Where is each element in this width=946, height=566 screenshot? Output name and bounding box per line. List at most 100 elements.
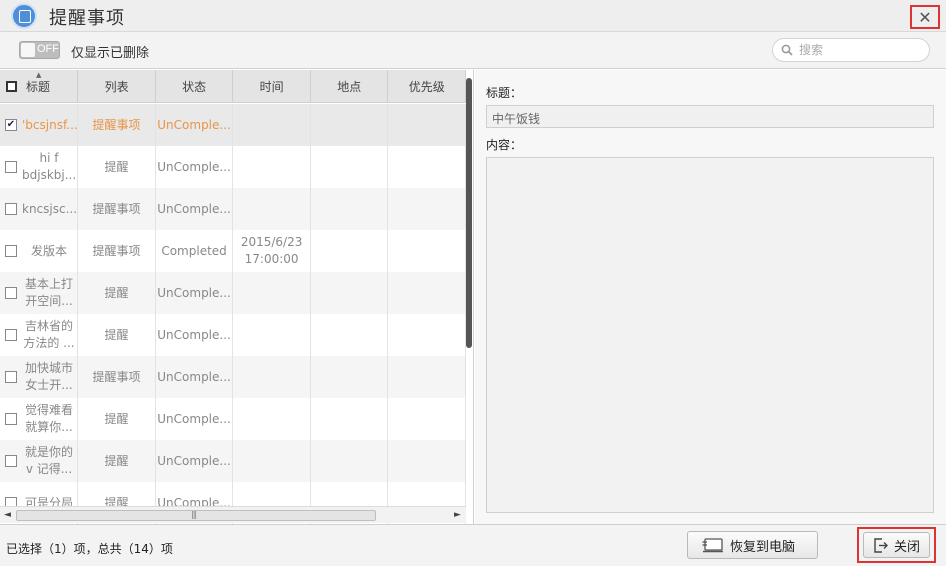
close-button[interactable]: 关闭: [863, 532, 930, 558]
cell-priority: [388, 272, 466, 314]
cell-status: UnComple...: [156, 188, 234, 230]
row-checkbox[interactable]: [5, 245, 17, 257]
table-row[interactable]: ✔ 'bcsjnsf... 提醒事项 UnComple...: [0, 104, 466, 146]
cell-priority: [388, 356, 466, 398]
cell-title: kncsjsc...: [22, 201, 78, 216]
cell-list: 提醒: [78, 272, 156, 314]
cell-time: 2015/6/23 17:00:00: [233, 230, 311, 272]
cell-time: [233, 188, 311, 230]
restore-to-computer-button[interactable]: 恢复到电脑: [687, 531, 818, 559]
cell-priority: [388, 440, 466, 482]
column-header-list[interactable]: 列表: [78, 70, 156, 103]
app-logo-icon: [11, 3, 37, 29]
vertical-scrollbar[interactable]: [466, 78, 472, 348]
cell-place: [311, 188, 389, 230]
cell-status: UnComple...: [156, 356, 234, 398]
close-button-label: 关闭: [894, 539, 921, 555]
cell-time: [233, 440, 311, 482]
column-header-title[interactable]: ▲ 标题: [0, 70, 79, 103]
cell-priority: [388, 104, 466, 146]
table-row[interactable]: 吉林省的方法的 ... 提醒 UnComple...: [0, 314, 466, 356]
column-header-time[interactable]: 时间: [233, 70, 311, 103]
cell-time: [233, 146, 311, 188]
cell-priority: [388, 146, 466, 188]
footer-bar: 已选择（1）项，总共（14）项 恢复到电脑 关闭: [0, 524, 946, 566]
selection-status: 已选择（1）项，总共（14）项: [6, 542, 173, 556]
title-field[interactable]: 中午饭钱: [486, 105, 934, 128]
table-row[interactable]: 就是你的v 记得... 提醒 UnComple...: [0, 440, 466, 482]
show-deleted-label: 仅显示已删除: [71, 46, 150, 61]
cell-title: hi f bdjskbj...: [22, 151, 77, 182]
row-checkbox[interactable]: [5, 161, 17, 173]
table-row[interactable]: 基本上打开空间... 提醒 UnComple...: [0, 272, 466, 314]
cell-title: 觉得难看就算你...: [24, 403, 73, 434]
cell-place: [311, 356, 389, 398]
cell-title: 发版本: [30, 243, 67, 258]
table-row[interactable]: 觉得难看就算你... 提醒 UnComple...: [0, 398, 466, 440]
column-header-label: 标题: [26, 80, 51, 94]
horizontal-scroll-thumb[interactable]: |||: [16, 510, 376, 521]
row-checkbox[interactable]: [5, 413, 17, 425]
cell-status: UnComple...: [156, 272, 234, 314]
scroll-right-arrow-icon[interactable]: ►: [454, 510, 461, 520]
window-title: 提醒事项: [49, 8, 125, 29]
title-bar: 提醒事项 ✕: [0, 0, 946, 32]
sort-indicator-icon: ▲: [36, 71, 42, 79]
cell-priority: [388, 398, 466, 440]
table-row[interactable]: 加快城市女士开... 提醒事项 UnComple...: [0, 356, 466, 398]
cell-list: 提醒: [78, 314, 156, 356]
content-label: 内容：: [486, 138, 523, 152]
cell-place: [311, 146, 389, 188]
row-checkbox[interactable]: [5, 329, 17, 341]
toggle-state-label: OFF: [37, 43, 59, 55]
cell-list: 提醒: [78, 398, 156, 440]
cell-list: 提醒事项: [78, 104, 156, 146]
search-input[interactable]: [799, 42, 919, 58]
scroll-grip-icon: |||: [191, 510, 197, 519]
show-deleted-toggle[interactable]: OFF: [19, 41, 60, 59]
cell-list: 提醒事项: [78, 188, 156, 230]
cell-time: [233, 314, 311, 356]
cell-title: 基本上打开空间...: [24, 277, 73, 308]
column-header-status[interactable]: 状态: [156, 70, 234, 103]
cell-priority: [388, 188, 466, 230]
scroll-left-arrow-icon[interactable]: ◄: [4, 510, 11, 520]
content-field[interactable]: [486, 157, 934, 513]
table-row[interactable]: hi f bdjskbj... 提醒 UnComple...: [0, 146, 466, 188]
cell-title: 吉林省的方法的 ...: [23, 319, 75, 350]
window-close-button[interactable]: ✕: [910, 5, 940, 29]
cell-list: 提醒事项: [78, 356, 156, 398]
row-checkbox[interactable]: ✔: [5, 119, 17, 131]
cell-priority: [388, 314, 466, 356]
column-header-priority[interactable]: 优先级: [388, 70, 466, 103]
title-label: 标题：: [486, 86, 523, 100]
select-all-checkbox[interactable]: [6, 81, 17, 92]
table-row[interactable]: 发版本 提醒事项 Completed 2015/6/23 17:00:00: [0, 230, 466, 272]
cell-status: Completed: [156, 230, 234, 272]
horizontal-scrollbar[interactable]: ◄ ||| ►: [0, 506, 466, 523]
restore-button-label: 恢复到电脑: [730, 539, 796, 555]
close-button-highlight: 关闭: [857, 527, 936, 563]
row-checkbox[interactable]: [5, 455, 17, 467]
row-checkbox[interactable]: [5, 371, 17, 383]
cell-status: UnComple...: [156, 398, 234, 440]
cell-place: [311, 104, 389, 146]
computer-restore-icon: [702, 538, 723, 553]
cell-place: [311, 272, 389, 314]
cell-place: [311, 398, 389, 440]
table-row[interactable]: kncsjsc... 提醒事项 UnComple...: [0, 188, 466, 230]
toolbar: OFF 仅显示已删除: [0, 32, 946, 69]
reminder-list-pane: ▲ 标题 列表 状态 时间 地点 优先级 ✔ 'bcsjnsf... 提醒事项 U…: [0, 70, 474, 524]
row-checkbox[interactable]: [5, 287, 17, 299]
cell-status: UnComple...: [156, 440, 234, 482]
cell-time: [233, 356, 311, 398]
cell-list: 提醒事项: [78, 230, 156, 272]
toggle-knob: [21, 43, 35, 57]
search-box[interactable]: [772, 38, 930, 62]
reminder-detail-pane: 标题： 中午饭钱 内容：: [475, 70, 946, 524]
cell-title: 加快城市女士开...: [24, 361, 73, 392]
cell-place: [311, 230, 389, 272]
cell-place: [311, 440, 389, 482]
column-header-place[interactable]: 地点: [311, 70, 389, 103]
row-checkbox[interactable]: [5, 203, 17, 215]
